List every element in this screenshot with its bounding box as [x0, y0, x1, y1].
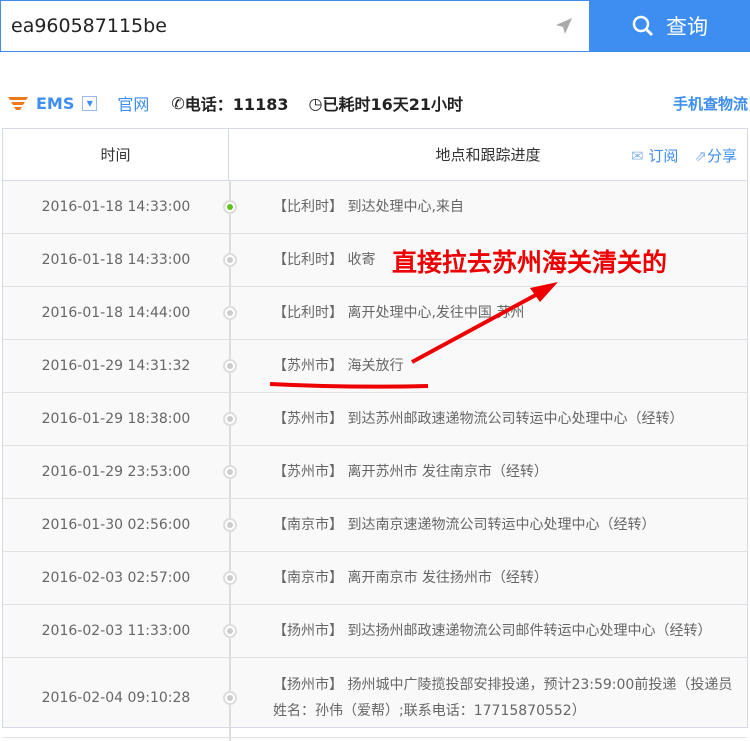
row-description: 【南京市】 到达南京速递物流公司转运中心处理中心（经转） [273, 517, 656, 533]
location-arrow-icon[interactable] [555, 17, 573, 35]
mail-icon: ✉ [631, 147, 644, 165]
search-button-label: 查询 [666, 15, 708, 39]
clock-icon: ◷ [308, 93, 323, 113]
subscribe-button[interactable]: ✉ 订阅 [631, 145, 678, 166]
timeline-dot-icon [223, 253, 237, 267]
row-time: 2016-01-29 23:53:00 [41, 464, 191, 480]
row-description: 【扬州市】 扬州城中广陵揽投部安排投递，预计23:59:00前投递（投递员姓名：… [273, 676, 733, 719]
row-time: 2016-01-18 14:33:00 [41, 252, 191, 268]
row-description: 【比利时】 到达处理中心,来自 [273, 199, 464, 215]
row-time: 2016-01-29 14:31:32 [41, 358, 191, 374]
search-box[interactable] [0, 0, 590, 52]
info-bar: EMS ▼ 官网 ✆ 电话：11183 ◷ 已耗时16天21小时 手机查物流 [0, 86, 750, 120]
col-track: 地点和跟踪进度 [435, 146, 541, 164]
phone-icon: ✆ [171, 93, 185, 113]
search-button[interactable]: 查询 [590, 0, 750, 52]
row-description: 【南京市】 离开南京市 发往扬州市（经转） [273, 570, 548, 586]
timeline-dot-icon [223, 412, 237, 426]
row-time: 2016-01-18 14:33:00 [41, 199, 191, 215]
carrier-dropdown[interactable]: ▼ [82, 95, 98, 111]
share-button[interactable]: ⇗分享 [694, 145, 737, 166]
elapsed-time: 已耗时16天21小时 [322, 95, 463, 114]
row-description: 【比利时】 离开处理中心,发往中国 苏州 [273, 305, 525, 321]
row-time: 2016-02-03 11:33:00 [41, 623, 191, 639]
table-row: 2016-02-03 02:57:00 【南京市】 离开南京市 发往扬州市（经转） [3, 552, 747, 605]
row-time: 2016-01-18 14:44:00 [41, 305, 191, 321]
table-row: 2016-01-29 14:31:32 【苏州市】 海关放行 [3, 340, 747, 393]
carrier-name: EMS [36, 93, 75, 113]
search-input[interactable] [1, 1, 541, 51]
timeline-dot-icon [223, 359, 237, 373]
row-time: 2016-01-29 18:38:00 [41, 411, 191, 427]
row-description: 【苏州市】 到达苏州邮政速递物流公司转运中心处理中心（经转） [273, 411, 684, 427]
timeline-dot-icon [223, 624, 237, 638]
row-time: 2016-02-04 09:10:28 [41, 689, 191, 706]
timeline-dot-icon [223, 571, 237, 585]
table-row: 2016-01-18 14:44:00 【比利时】 离开处理中心,发往中国 苏州 [3, 287, 747, 340]
ems-logo-icon [8, 97, 28, 110]
phone-text: 电话：11183 [184, 95, 289, 114]
table-row: 2016-01-29 18:38:00 【苏州市】 到达苏州邮政速递物流公司转运中… [3, 393, 747, 446]
table-row: 2016-02-04 09:10:28 【扬州市】 扬州城中广陵揽投部安排投递，预… [3, 658, 747, 738]
row-description: 【扬州市】 到达扬州邮政速递物流公司邮件转运中心处理中心（经转） [273, 623, 712, 639]
table-header: 时间 地点和跟踪进度 ✉ 订阅 ⇗分享 [3, 129, 747, 181]
table-row: 2016-01-30 02:56:00 【南京市】 到达南京速递物流公司转运中心处… [3, 499, 747, 552]
col-time: 时间 [3, 129, 229, 180]
share-icon: ⇗ [694, 147, 707, 165]
timeline-dot-icon [223, 690, 237, 705]
timeline-dot-icon [223, 200, 237, 214]
annotation-text: 直接拉去苏州海关清关的 [392, 248, 668, 277]
search-icon [632, 15, 654, 37]
share-label: 分享 [706, 147, 737, 165]
table-row: 2016-01-18 14:33:00 【比利时】 到达处理中心,来自 [3, 181, 747, 234]
timeline-dot-icon [223, 465, 237, 479]
row-time: 2016-01-30 02:56:00 [41, 517, 191, 533]
tracking-table: 时间 地点和跟踪进度 ✉ 订阅 ⇗分享 2016-01-18 14:33:00 【… [2, 128, 748, 741]
row-time: 2016-02-03 02:57:00 [41, 570, 191, 586]
row-description: 【苏州市】 海关放行 [273, 358, 404, 374]
timeline-dot-icon [223, 518, 237, 532]
timeline-dot-icon [223, 306, 237, 320]
official-site-link[interactable]: 官网 [117, 91, 149, 115]
mobile-tracking-link[interactable]: 手机查物流 [673, 93, 748, 114]
table-row: 2016-01-29 23:53:00 【苏州市】 离开苏州市 发往南京市（经转） [3, 446, 747, 499]
row-description: 【苏州市】 离开苏州市 发往南京市（经转） [273, 464, 548, 480]
subscribe-label: 订阅 [648, 147, 679, 165]
table-row: 2016-02-03 11:33:00 【扬州市】 到达扬州邮政速递物流公司邮件转… [3, 605, 747, 658]
